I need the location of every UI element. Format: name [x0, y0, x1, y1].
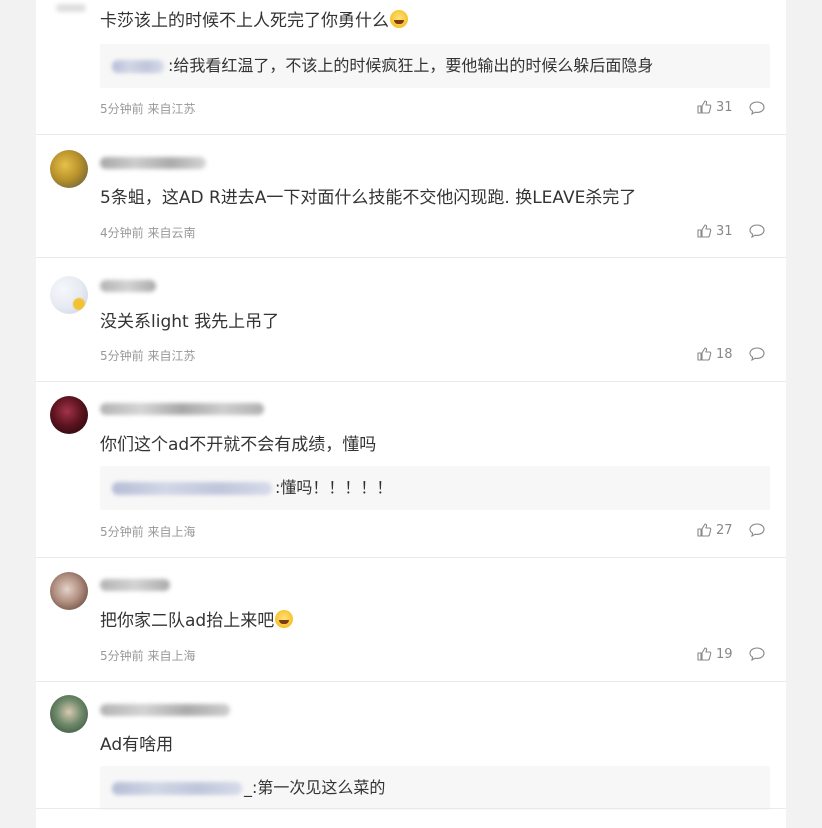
- reply-icon[interactable]: [748, 346, 766, 362]
- reply-icon[interactable]: [748, 646, 766, 662]
- comment-meta: 5分钟前 来自江苏: [100, 349, 196, 363]
- like-count: 19: [716, 646, 733, 662]
- comment-text: 5条蛆，这AD R进去A一下对面什么技能不交他闪现跑. 换LEAVE杀完了: [100, 188, 637, 208]
- divider: [36, 257, 786, 258]
- reply-icon[interactable]: [748, 100, 766, 116]
- like-count: 18: [716, 346, 733, 362]
- comment-text: 卡莎该上的时候不上人死完了你勇什么: [100, 10, 408, 32]
- comment-list: 卡莎该上的时候不上人死完了你勇什么 :给我看红温了，不该上的时候疯狂上，要他输出…: [36, 0, 786, 828]
- reply-icon[interactable]: [748, 522, 766, 538]
- like-button[interactable]: 31: [696, 99, 733, 115]
- like-button[interactable]: 18: [696, 346, 733, 362]
- comment-text: 没关系light 我先上吊了: [100, 312, 280, 332]
- reply-box[interactable]: :给我看红温了，不该上的时候疯狂上，要他输出的时候么躲后面隐身: [100, 44, 770, 88]
- divider: [36, 681, 786, 682]
- thumbs-up-icon: [697, 100, 712, 114]
- comment-text: Ad有啥用: [100, 735, 174, 755]
- user-name-blurred[interactable]: [100, 704, 230, 716]
- avatar[interactable]: [50, 396, 88, 434]
- user-name-blurred[interactable]: [100, 403, 264, 415]
- like-count: 31: [716, 99, 733, 115]
- user-name-blurred[interactable]: [100, 280, 156, 292]
- reply-user-blurred: [112, 782, 242, 795]
- like-button[interactable]: 27: [696, 522, 733, 538]
- reply-user-blurred: [112, 60, 164, 73]
- like-count: 31: [716, 223, 733, 239]
- divider: [36, 381, 786, 382]
- avatar[interactable]: [50, 695, 88, 733]
- divider: [36, 808, 786, 809]
- reply-box[interactable]: _:第一次见这么菜的: [100, 766, 770, 810]
- thumbs-up-icon: [697, 523, 712, 537]
- user-name-blurred: [56, 4, 86, 12]
- divider: [36, 134, 786, 135]
- laugh-cry-emoji: [275, 610, 294, 628]
- avatar[interactable]: [50, 150, 88, 188]
- reply-text: :懂吗！！！！！: [275, 478, 393, 497]
- comment-meta: 5分钟前 来自上海: [100, 649, 196, 663]
- avatar[interactable]: [50, 276, 88, 314]
- reply-user-blurred: [112, 482, 272, 495]
- avatar[interactable]: [50, 572, 88, 610]
- thumbs-up-icon: [697, 224, 712, 238]
- laugh-cry-emoji: [390, 10, 408, 28]
- user-name-blurred[interactable]: [100, 579, 170, 591]
- like-button[interactable]: 31: [696, 223, 733, 239]
- reply-text: _:第一次见这么菜的: [244, 778, 386, 797]
- comment-meta: 5分钟前 来自上海: [100, 525, 196, 539]
- comment-meta: 4分钟前 来自云南: [100, 226, 196, 240]
- thumbs-up-icon: [697, 647, 712, 661]
- like-count: 27: [716, 522, 733, 538]
- comment-meta: 5分钟前 来自江苏: [100, 102, 196, 116]
- divider: [36, 557, 786, 558]
- reply-box[interactable]: :懂吗！！！！！: [100, 466, 770, 510]
- thumbs-up-icon: [697, 347, 712, 361]
- user-name-blurred[interactable]: [100, 157, 206, 169]
- like-button[interactable]: 19: [696, 646, 733, 662]
- reply-text: :给我看红温了，不该上的时候疯狂上，要他输出的时候么躲后面隐身: [168, 56, 654, 75]
- comment-text: 你们这个ad不开就不会有成绩，懂吗: [100, 435, 377, 455]
- comment-text: 把你家二队ad抬上来吧: [100, 610, 294, 632]
- reply-icon[interactable]: [748, 223, 766, 239]
